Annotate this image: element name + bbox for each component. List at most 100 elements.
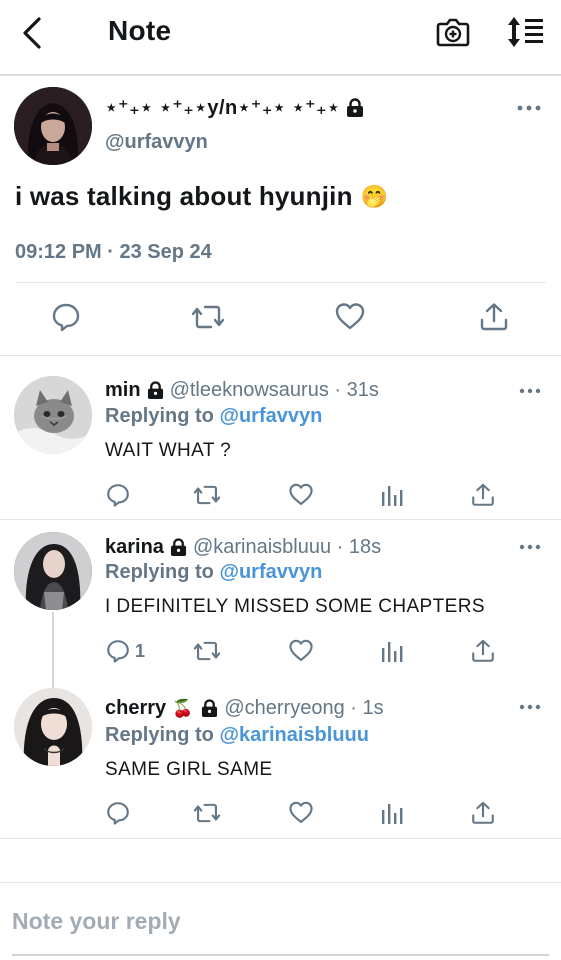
renote-icon — [193, 485, 221, 505]
stats-icon — [382, 804, 403, 824]
divider — [0, 838, 561, 839]
reply-text: WAIT WHAT ? — [105, 440, 232, 461]
share-button[interactable] — [470, 638, 496, 664]
more-button[interactable] — [516, 102, 542, 114]
renote-icon — [193, 641, 221, 661]
more-button[interactable] — [518, 702, 542, 712]
avatar[interactable] — [14, 376, 92, 454]
reply-header: cherry 🍒 @cherryeong · 1s — [105, 697, 384, 720]
user-handle[interactable]: @tleeknowsaurus · 31s — [170, 379, 379, 402]
reply-icon — [107, 640, 129, 663]
avatar[interactable] — [14, 532, 92, 610]
reply-item[interactable]: karina @karinaisbluuu · 18s Replying to … — [0, 520, 561, 680]
reply-button[interactable] — [50, 301, 82, 333]
reply-button[interactable] — [105, 482, 131, 508]
top-bar: Note — [0, 0, 561, 76]
avatar-image — [14, 376, 92, 454]
like-button[interactable] — [288, 800, 314, 826]
renote-button[interactable] — [193, 800, 221, 826]
like-button[interactable] — [288, 482, 314, 508]
back-button[interactable] — [14, 14, 50, 52]
reply-button[interactable] — [105, 800, 131, 826]
divider — [15, 282, 546, 283]
share-button[interactable] — [478, 301, 510, 333]
display-name[interactable]: cherry — [105, 697, 166, 720]
reply-actions: 1 — [0, 638, 561, 668]
note-actions — [0, 301, 561, 337]
more-icon — [519, 388, 541, 394]
mention-link[interactable]: @karinaisbluuu — [219, 724, 369, 746]
user-handle[interactable]: @urfavvyn — [105, 131, 208, 154]
avatar[interactable] — [14, 688, 92, 766]
stats-icon — [382, 642, 403, 662]
stats-icon — [382, 486, 403, 506]
like-icon — [335, 303, 365, 330]
mention-link[interactable]: @urfavvyn — [219, 561, 322, 583]
timestamp: 09:12 PM · 23 Sep 24 — [15, 241, 212, 263]
input-underline — [12, 954, 549, 956]
reply-icon — [107, 484, 129, 507]
like-icon — [289, 483, 313, 505]
cherry-emoji: 🍒 — [172, 698, 194, 718]
renote-button[interactable] — [193, 482, 221, 508]
renote-icon — [193, 803, 221, 823]
avatar-image — [14, 688, 92, 766]
reply-count: 1 — [135, 640, 146, 661]
reply-icon — [52, 303, 80, 332]
reply-actions — [0, 482, 561, 512]
display-name[interactable]: karina — [105, 536, 164, 559]
lock-icon — [147, 381, 163, 399]
replying-to: Replying to @karinaisbluuu — [105, 724, 369, 746]
mention-link[interactable]: @urfavvyn — [219, 405, 322, 427]
reply-item[interactable]: cherry 🍒 @cherryeong · 1s Replying to @k… — [0, 680, 561, 840]
share-button[interactable] — [470, 482, 496, 508]
avatar-image — [14, 532, 92, 610]
display-name[interactable]: min — [105, 379, 141, 402]
more-button[interactable] — [518, 542, 542, 552]
like-button[interactable] — [288, 638, 314, 664]
share-button[interactable] — [470, 800, 496, 826]
stats-button[interactable] — [380, 482, 404, 508]
reply-icon — [107, 802, 129, 825]
share-icon — [472, 801, 494, 824]
sort-button[interactable] — [506, 16, 546, 48]
reply-actions — [0, 800, 561, 830]
user-handle[interactable]: @karinaisbluuu · 18s — [193, 536, 381, 559]
more-icon — [517, 105, 541, 111]
like-icon — [289, 639, 313, 661]
like-button[interactable] — [334, 301, 366, 333]
emoji: 🤭 — [360, 183, 389, 209]
renote-icon — [191, 305, 225, 329]
reply-text: SAME GIRL SAME — [105, 759, 273, 780]
renote-button[interactable] — [191, 301, 225, 333]
sort-icon — [508, 17, 543, 47]
lock-icon — [202, 699, 218, 717]
lock-icon — [170, 538, 186, 556]
replying-to: Replying to @urfavvyn — [105, 561, 323, 583]
share-icon — [472, 483, 494, 506]
stats-button[interactable] — [380, 800, 404, 826]
replying-to: Replying to @urfavvyn — [105, 405, 323, 427]
lock-icon — [347, 97, 364, 117]
more-icon — [519, 704, 541, 710]
avatar[interactable] — [14, 87, 92, 165]
note-text: i was talking about hyunjin 🤭 — [15, 181, 389, 211]
share-icon — [472, 639, 494, 662]
avatar-image — [14, 87, 92, 165]
like-icon — [289, 801, 313, 823]
camera-icon — [436, 18, 470, 47]
display-name[interactable]: ⋆⁺₊⋆ ⋆⁺₊⋆y/n⋆⁺₊⋆ ⋆⁺₊⋆ — [105, 95, 364, 120]
reply-button[interactable]: 1 — [105, 638, 145, 664]
reply-input[interactable] — [12, 903, 548, 939]
reply-item[interactable]: min @tleeknowsaurus · 31s Replying to @u… — [0, 356, 561, 520]
reply-header: min @tleeknowsaurus · 31s — [105, 379, 379, 402]
renote-button[interactable] — [193, 638, 221, 664]
more-icon — [519, 544, 541, 550]
share-icon — [480, 303, 508, 331]
user-handle[interactable]: @cherryeong · 1s — [224, 697, 383, 720]
more-button[interactable] — [518, 386, 542, 396]
stats-button[interactable] — [380, 638, 404, 664]
camera-button[interactable] — [436, 15, 470, 49]
reply-text: I DEFINITELY MISSED SOME CHAPTERS — [105, 596, 485, 617]
main-note: ⋆⁺₊⋆ ⋆⁺₊⋆y/n⋆⁺₊⋆ ⋆⁺₊⋆ @urfavvyn i was ta… — [0, 76, 561, 356]
